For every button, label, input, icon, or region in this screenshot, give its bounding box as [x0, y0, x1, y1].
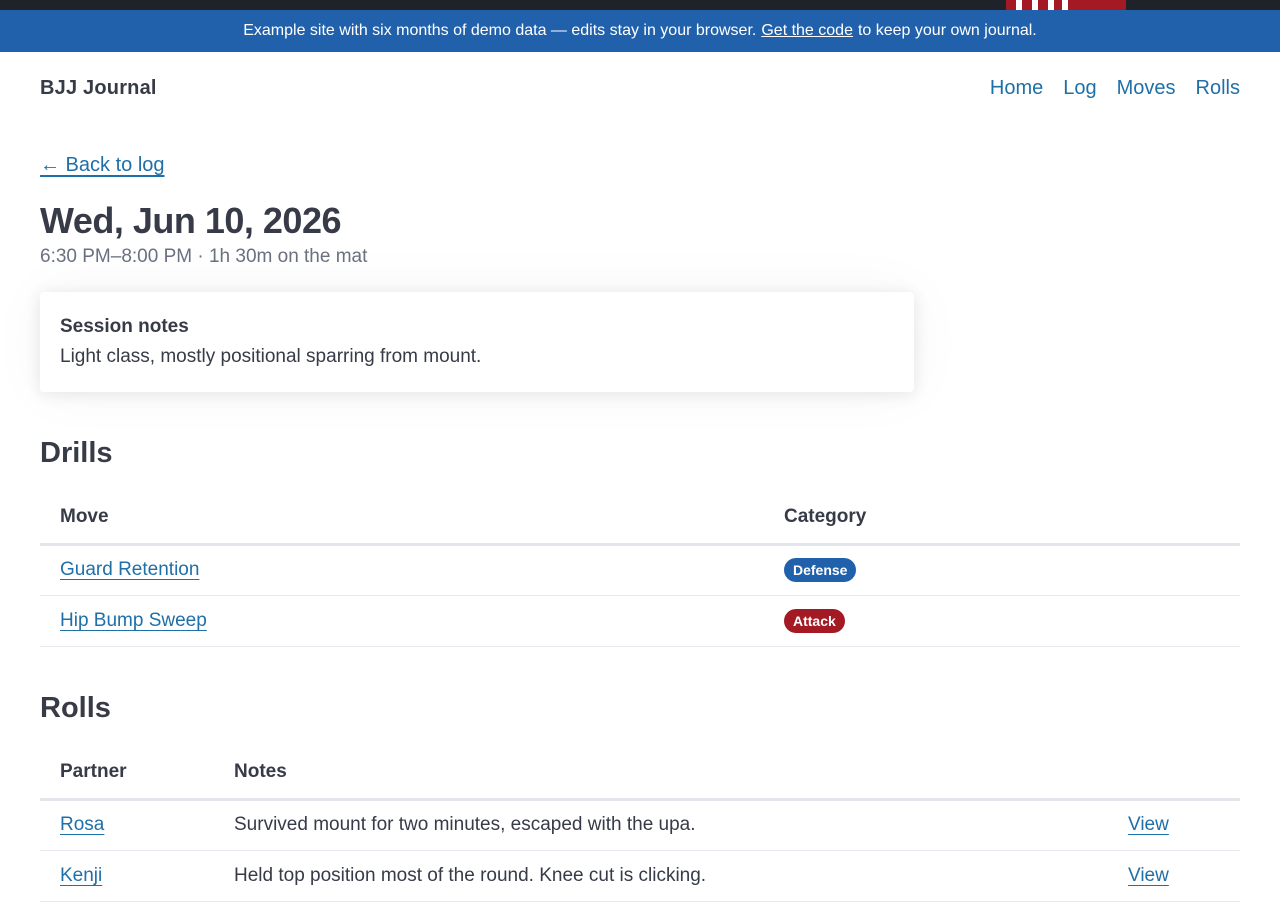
- category-cell: Defense: [764, 544, 1240, 596]
- move-cell: Hip Bump Sweep: [40, 595, 764, 647]
- table-row: Hip Bump Sweep Attack: [40, 595, 1240, 647]
- table-row: Guard Retention Defense: [40, 544, 1240, 596]
- roll-notes: Held top position most of the round. Kne…: [214, 850, 1108, 902]
- nav-moves[interactable]: Moves: [1117, 77, 1176, 100]
- table-row: Kenji Held top position most of the roun…: [40, 850, 1240, 902]
- view-roll-link[interactable]: View: [1128, 865, 1169, 886]
- category-badge: Defense: [784, 558, 857, 582]
- rolls-heading: Rolls: [40, 692, 111, 724]
- session-notes-card: Session notes Light class, mostly positi…: [40, 292, 914, 392]
- roll-notes: Survived mount for two minutes, escaped …: [214, 799, 1108, 851]
- action-cell: View: [1108, 850, 1240, 902]
- page-title: Wed, Jun 10, 2026: [40, 200, 341, 241]
- move-link-hip-bump-sweep[interactable]: Hip Bump Sweep: [60, 610, 207, 631]
- column-header-notes: Notes: [214, 747, 1108, 801]
- demo-banner: Example site with six months of demo dat…: [0, 10, 1280, 52]
- table-header-row: Move Category: [40, 492, 1240, 546]
- nav-log[interactable]: Log: [1063, 77, 1096, 100]
- partner-cell: Kenji: [40, 850, 214, 902]
- action-cell: View: [1108, 799, 1240, 851]
- table-header-row: Partner Notes: [40, 747, 1240, 801]
- move-link-guard-retention[interactable]: Guard Retention: [60, 559, 199, 580]
- column-header-category: Category: [764, 492, 1240, 546]
- drills-table: Move Category Guard Retention Defense Hi…: [40, 492, 1240, 647]
- column-header-partner: Partner: [40, 747, 214, 801]
- site-header: BJJ Journal Home Log Moves Rolls: [40, 74, 1240, 102]
- notes-body: Light class, mostly positional sparring …: [60, 346, 482, 367]
- banner-text: Example site with six months of demo dat…: [243, 22, 757, 39]
- column-header-actions: [1108, 747, 1240, 801]
- nav-home[interactable]: Home: [990, 77, 1043, 100]
- notes-title: Session notes: [60, 316, 189, 337]
- back-to-log-link[interactable]: ← Back to log: [40, 154, 165, 177]
- column-header-move: Move: [40, 492, 764, 546]
- partner-cell: Rosa: [40, 799, 214, 851]
- category-cell: Attack: [764, 595, 1240, 647]
- main-nav: Home Log Moves Rolls: [990, 77, 1240, 100]
- get-code-link[interactable]: Get the code: [761, 22, 853, 40]
- rolls-table: Partner Notes Rosa Survived mount for tw…: [40, 747, 1240, 902]
- flag-graphic: [1006, 0, 1126, 10]
- banner-text-end: to keep your own journal.: [857, 22, 1037, 39]
- session-time: 6:30 PM–8:00 PM · 1h 30m on the mat: [40, 246, 368, 267]
- partner-link-kenji[interactable]: Kenji: [60, 865, 102, 886]
- brand-logo[interactable]: BJJ Journal: [40, 77, 157, 100]
- drills-heading: Drills: [40, 437, 113, 469]
- partner-link-rosa[interactable]: Rosa: [60, 814, 104, 835]
- move-cell: Guard Retention: [40, 544, 764, 596]
- nav-rolls[interactable]: Rolls: [1196, 77, 1240, 100]
- category-badge: Attack: [784, 608, 845, 633]
- view-roll-link[interactable]: View: [1128, 814, 1169, 835]
- table-row: Rosa Survived mount for two minutes, esc…: [40, 799, 1240, 851]
